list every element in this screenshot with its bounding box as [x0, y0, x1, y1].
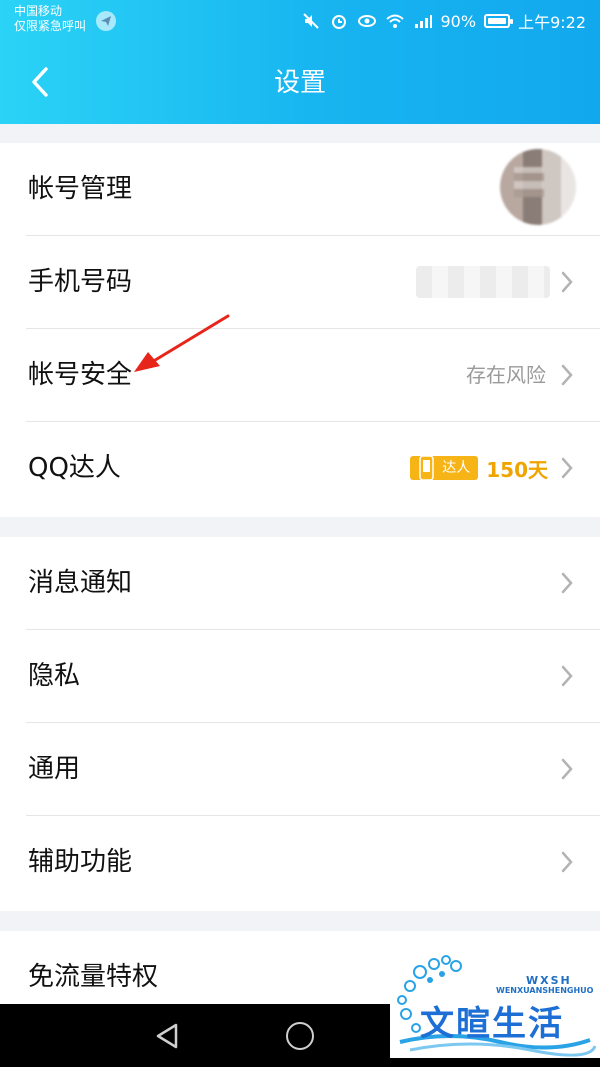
row-account-security[interactable]: 帐号安全 存在风险 [0, 329, 600, 422]
row-label: 辅助功能 [28, 847, 133, 877]
wifi-icon [385, 12, 405, 30]
blurred-phone-number [416, 266, 550, 298]
daren-status: 达人 150天 [410, 452, 548, 484]
row-label: 通用 [28, 754, 81, 784]
avatar [500, 149, 576, 225]
row-label: 隐私 [28, 661, 81, 691]
alarm-icon [329, 12, 349, 30]
watermark-subtext: WENXUANSHENGHUO [496, 986, 594, 995]
row-label: 消息通知 [28, 568, 133, 598]
daren-days: 150天 [486, 457, 548, 482]
red-arrow-annotation [134, 314, 230, 372]
battery-percent: 90% [440, 11, 477, 31]
winged-phone-icon [410, 455, 434, 481]
row-qq-daren[interactable]: QQ达人 达人 150天 [0, 422, 600, 515]
signal-icon [413, 12, 433, 30]
row-privacy[interactable]: 隐私 [0, 630, 600, 723]
navigation-bar: 设置 [0, 44, 600, 124]
risk-status: 存在风险 [466, 363, 546, 387]
settings-group-account: 帐号管理 手机号码 帐号安全 存在风险 QQ达人 达人 150天 [0, 143, 600, 517]
header: 中国移动 仅限紧急呼叫 90% 上午9:22 设置 [0, 0, 600, 124]
carrier-line-1: 中国移动 [14, 4, 63, 18]
daren-badge-text: 达人 [442, 460, 471, 476]
daren-badge: 达人 [410, 455, 479, 481]
battery-icon [484, 14, 514, 28]
row-account-management[interactable]: 帐号管理 [0, 143, 600, 236]
eye-icon [357, 12, 377, 30]
status-icons: 90% 上午9:22 [301, 8, 586, 34]
row-general[interactable]: 通用 [0, 723, 600, 816]
row-notifications[interactable]: 消息通知 [0, 537, 600, 630]
chevron-right-icon [561, 457, 573, 479]
telegram-icon [96, 11, 116, 31]
row-label: 帐号安全 [28, 360, 133, 390]
carrier-text: 中国移动 仅限紧急呼叫 [14, 4, 86, 34]
chevron-right-icon [561, 758, 573, 780]
chevron-right-icon [561, 271, 573, 293]
mute-icon [301, 12, 321, 30]
back-triangle-icon[interactable] [154, 1022, 180, 1050]
clock-time: 上午9:22 [518, 13, 586, 32]
watermark-logo: WXSH WENXUANSHENGHUO 文暄生活 [390, 952, 600, 1058]
page-title: 设置 [273, 68, 326, 98]
row-phone-number[interactable]: 手机号码 [0, 236, 600, 329]
carrier-line-2: 仅限紧急呼叫 [14, 19, 87, 33]
row-label: 手机号码 [28, 267, 133, 297]
chevron-right-icon [561, 572, 573, 594]
chevron-right-icon [561, 364, 573, 386]
chevron-right-icon [561, 665, 573, 687]
home-circle-icon[interactable] [286, 1022, 314, 1050]
watermark-text: 文暄生活 [420, 1004, 564, 1044]
status-bar: 中国移动 仅限紧急呼叫 90% 上午9:22 [0, 0, 600, 44]
row-accessibility[interactable]: 辅助功能 [0, 816, 600, 909]
settings-group-general: 消息通知 隐私 通用 辅助功能 [0, 537, 600, 911]
chevron-right-icon [561, 851, 573, 873]
row-label: QQ达人 [28, 453, 121, 483]
row-label: 帐号管理 [28, 174, 133, 204]
